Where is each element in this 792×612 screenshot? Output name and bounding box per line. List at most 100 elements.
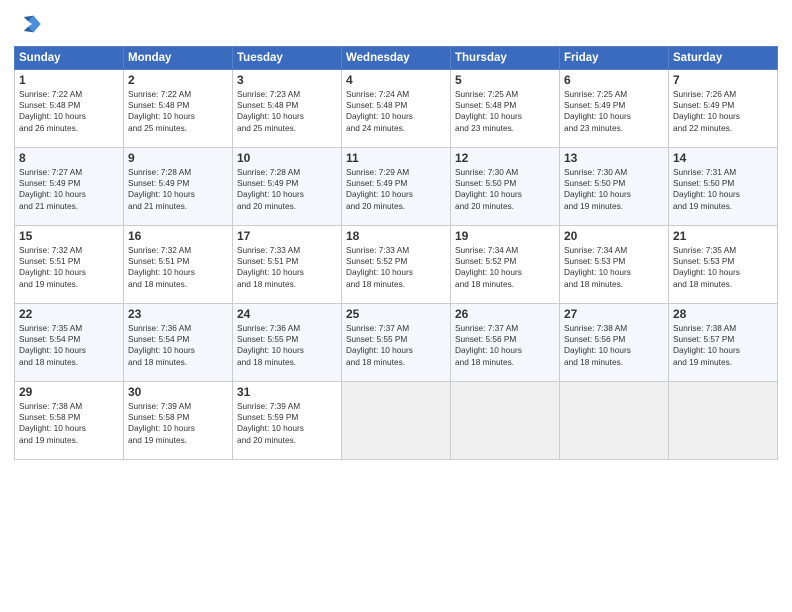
day-info: Sunrise: 7:36 AM Sunset: 5:55 PM Dayligh… — [237, 323, 337, 368]
day-info: Sunrise: 7:29 AM Sunset: 5:49 PM Dayligh… — [346, 167, 446, 212]
calendar-day-cell: 5 Sunrise: 7:25 AM Sunset: 5:48 PM Daylig… — [451, 70, 560, 148]
calendar-day-cell: 13 Sunrise: 7:30 AM Sunset: 5:50 PM Dayli… — [560, 148, 669, 226]
calendar-day-cell — [560, 382, 669, 460]
weekday-header-cell: Monday — [124, 47, 233, 70]
calendar-week-row: 1 Sunrise: 7:22 AM Sunset: 5:48 PM Daylig… — [15, 70, 778, 148]
calendar-day-cell: 11 Sunrise: 7:29 AM Sunset: 5:49 PM Dayli… — [342, 148, 451, 226]
day-number: 26 — [455, 307, 555, 321]
day-info: Sunrise: 7:32 AM Sunset: 5:51 PM Dayligh… — [128, 245, 228, 290]
calendar-day-cell: 1 Sunrise: 7:22 AM Sunset: 5:48 PM Daylig… — [15, 70, 124, 148]
day-info: Sunrise: 7:22 AM Sunset: 5:48 PM Dayligh… — [128, 89, 228, 134]
calendar-day-cell: 24Sunrise: 7:36 AM Sunset: 5:55 PM Dayli… — [233, 304, 342, 382]
day-number: 2 — [128, 73, 228, 87]
day-number: 29 — [19, 385, 119, 399]
day-info: Sunrise: 7:35 AM Sunset: 5:53 PM Dayligh… — [673, 245, 773, 290]
day-number: 12 — [455, 151, 555, 165]
day-info: Sunrise: 7:24 AM Sunset: 5:48 PM Dayligh… — [346, 89, 446, 134]
day-info: Sunrise: 7:37 AM Sunset: 5:55 PM Dayligh… — [346, 323, 446, 368]
day-info: Sunrise: 7:28 AM Sunset: 5:49 PM Dayligh… — [237, 167, 337, 212]
logo — [14, 10, 46, 38]
calendar-day-cell: 21 Sunrise: 7:35 AM Sunset: 5:53 PM Dayli… — [669, 226, 778, 304]
day-info: Sunrise: 7:38 AM Sunset: 5:57 PM Dayligh… — [673, 323, 773, 368]
calendar-day-cell: 28 Sunrise: 7:38 AM Sunset: 5:57 PM Dayli… — [669, 304, 778, 382]
calendar-day-cell: 19 Sunrise: 7:34 AM Sunset: 5:52 PM Dayli… — [451, 226, 560, 304]
day-info: Sunrise: 7:35 AM Sunset: 5:54 PM Dayligh… — [19, 323, 119, 368]
day-info: Sunrise: 7:34 AM Sunset: 5:52 PM Dayligh… — [455, 245, 555, 290]
day-number: 25 — [346, 307, 446, 321]
calendar-day-cell: 16 Sunrise: 7:32 AM Sunset: 5:51 PM Dayli… — [124, 226, 233, 304]
day-number: 22 — [19, 307, 119, 321]
day-number: 31 — [237, 385, 337, 399]
calendar-day-cell: 7 Sunrise: 7:26 AM Sunset: 5:49 PM Daylig… — [669, 70, 778, 148]
day-number: 13 — [564, 151, 664, 165]
day-info: Sunrise: 7:34 AM Sunset: 5:53 PM Dayligh… — [564, 245, 664, 290]
day-number: 3 — [237, 73, 337, 87]
day-info: Sunrise: 7:27 AM Sunset: 5:49 PM Dayligh… — [19, 167, 119, 212]
calendar-body: 1 Sunrise: 7:22 AM Sunset: 5:48 PM Daylig… — [15, 70, 778, 460]
day-info: Sunrise: 7:36 AM Sunset: 5:54 PM Dayligh… — [128, 323, 228, 368]
day-number: 14 — [673, 151, 773, 165]
calendar-day-cell: 31 Sunrise: 7:39 AM Sunset: 5:59 PM Dayli… — [233, 382, 342, 460]
calendar-week-row: 8 Sunrise: 7:27 AM Sunset: 5:49 PM Daylig… — [15, 148, 778, 226]
calendar-day-cell: 15Sunrise: 7:32 AM Sunset: 5:51 PM Dayli… — [15, 226, 124, 304]
calendar-day-cell: 23 Sunrise: 7:36 AM Sunset: 5:54 PM Dayli… — [124, 304, 233, 382]
day-number: 17 — [237, 229, 337, 243]
day-number: 20 — [564, 229, 664, 243]
day-number: 11 — [346, 151, 446, 165]
calendar-week-row: 22 Sunrise: 7:35 AM Sunset: 5:54 PM Dayli… — [15, 304, 778, 382]
calendar-day-cell: 25 Sunrise: 7:37 AM Sunset: 5:55 PM Dayli… — [342, 304, 451, 382]
day-number: 9 — [128, 151, 228, 165]
day-info: Sunrise: 7:25 AM Sunset: 5:48 PM Dayligh… — [455, 89, 555, 134]
weekday-header-cell: Wednesday — [342, 47, 451, 70]
day-number: 7 — [673, 73, 773, 87]
calendar-week-row: 15 Sunrise: 7:32 AM Sunset: 5:51 PM Dayli… — [15, 226, 778, 304]
day-info: Sunrise: 7:39 AM Sunset: 5:58 PM Dayligh… — [128, 401, 228, 446]
day-number: 4 — [346, 73, 446, 87]
calendar-day-cell: 20 Sunrise: 7:34 AM Sunset: 5:53 PM Dayli… — [560, 226, 669, 304]
calendar-day-cell — [669, 382, 778, 460]
calendar-table: SundayMondayTuesdayWednesdayThursdayFrid… — [14, 46, 778, 460]
calendar-week-row: 29 Sunrise: 7:38 AM Sunset: 5:58 PM Dayli… — [15, 382, 778, 460]
day-number: 8 — [19, 151, 119, 165]
day-number: 28 — [673, 307, 773, 321]
day-info: Sunrise: 7:33 AM Sunset: 5:52 PM Dayligh… — [346, 245, 446, 290]
day-info: Sunrise: 7:38 AM Sunset: 5:58 PM Dayligh… — [19, 401, 119, 446]
calendar-day-cell: 22 Sunrise: 7:35 AM Sunset: 5:54 PM Dayli… — [15, 304, 124, 382]
day-number: 1 — [19, 73, 119, 87]
weekday-header-cell: Thursday — [451, 47, 560, 70]
calendar-day-cell: 12Sunrise: 7:30 AM Sunset: 5:50 PM Dayli… — [451, 148, 560, 226]
day-number: 15 — [19, 229, 119, 243]
calendar-day-cell: 14Sunrise: 7:31 AM Sunset: 5:50 PM Dayli… — [669, 148, 778, 226]
day-info: Sunrise: 7:22 AM Sunset: 5:48 PM Dayligh… — [19, 89, 119, 134]
day-number: 16 — [128, 229, 228, 243]
day-info: Sunrise: 7:39 AM Sunset: 5:59 PM Dayligh… — [237, 401, 337, 446]
header — [14, 10, 778, 38]
weekday-header-cell: Sunday — [15, 47, 124, 70]
calendar-day-cell — [451, 382, 560, 460]
day-info: Sunrise: 7:28 AM Sunset: 5:49 PM Dayligh… — [128, 167, 228, 212]
day-info: Sunrise: 7:26 AM Sunset: 5:49 PM Dayligh… — [673, 89, 773, 134]
calendar-day-cell: 30Sunrise: 7:39 AM Sunset: 5:58 PM Dayli… — [124, 382, 233, 460]
calendar-day-cell: 4 Sunrise: 7:24 AM Sunset: 5:48 PM Daylig… — [342, 70, 451, 148]
calendar-day-cell: 6Sunrise: 7:25 AM Sunset: 5:49 PM Daylig… — [560, 70, 669, 148]
day-number: 10 — [237, 151, 337, 165]
calendar-day-cell: 3 Sunrise: 7:23 AM Sunset: 5:48 PM Daylig… — [233, 70, 342, 148]
day-info: Sunrise: 7:23 AM Sunset: 5:48 PM Dayligh… — [237, 89, 337, 134]
page-container: SundayMondayTuesdayWednesdayThursdayFrid… — [0, 0, 792, 466]
day-number: 5 — [455, 73, 555, 87]
weekday-header-cell: Tuesday — [233, 47, 342, 70]
day-info: Sunrise: 7:33 AM Sunset: 5:51 PM Dayligh… — [237, 245, 337, 290]
day-number: 21 — [673, 229, 773, 243]
day-number: 19 — [455, 229, 555, 243]
calendar-day-cell: 17 Sunrise: 7:33 AM Sunset: 5:51 PM Dayli… — [233, 226, 342, 304]
calendar-day-cell: 10 Sunrise: 7:28 AM Sunset: 5:49 PM Dayli… — [233, 148, 342, 226]
calendar-day-cell: 26Sunrise: 7:37 AM Sunset: 5:56 PM Dayli… — [451, 304, 560, 382]
day-info: Sunrise: 7:30 AM Sunset: 5:50 PM Dayligh… — [564, 167, 664, 212]
weekday-header-row: SundayMondayTuesdayWednesdayThursdayFrid… — [15, 47, 778, 70]
calendar-day-cell: 29 Sunrise: 7:38 AM Sunset: 5:58 PM Dayli… — [15, 382, 124, 460]
weekday-header-cell: Friday — [560, 47, 669, 70]
day-number: 18 — [346, 229, 446, 243]
day-number: 23 — [128, 307, 228, 321]
calendar-day-cell: 8 Sunrise: 7:27 AM Sunset: 5:49 PM Daylig… — [15, 148, 124, 226]
calendar-day-cell: 18 Sunrise: 7:33 AM Sunset: 5:52 PM Dayli… — [342, 226, 451, 304]
